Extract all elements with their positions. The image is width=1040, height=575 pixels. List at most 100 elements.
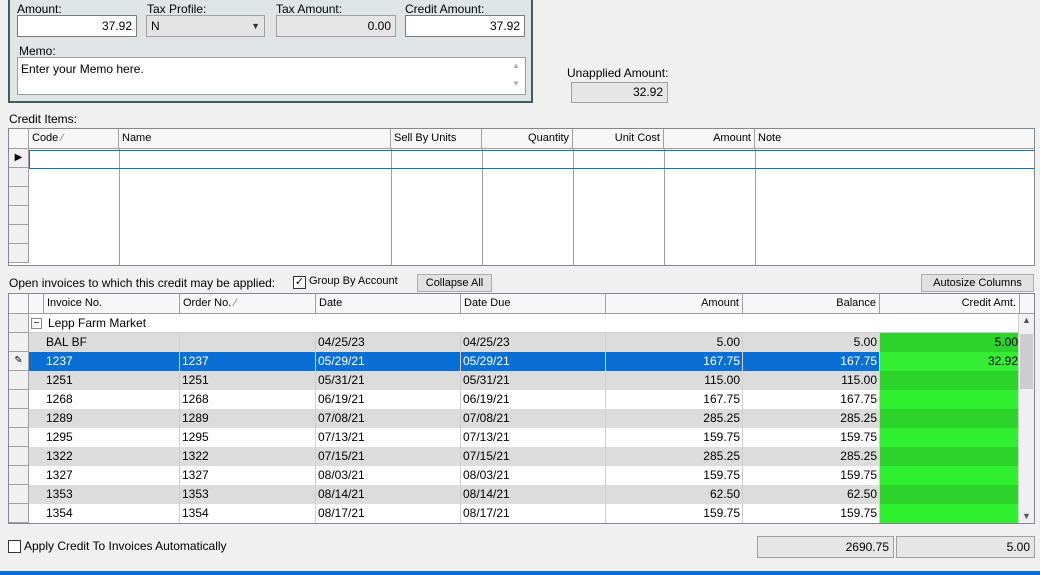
cell-amount: 159.75: [606, 428, 743, 447]
new-item-row[interactable]: [29, 150, 1034, 169]
cell-credit-amt[interactable]: [880, 371, 1020, 390]
invoice-row[interactable]: 1327 1327 08/03/21 08/03/21 159.75 159.75: [29, 466, 1020, 485]
row-header[interactable]: [9, 225, 29, 244]
cell-credit-amt[interactable]: [880, 428, 1020, 447]
row-header[interactable]: [9, 333, 29, 352]
cell-date-due: 05/29/21: [461, 352, 606, 371]
invoice-row[interactable]: 1353 1353 08/14/21 08/14/21 62.50 62.50: [29, 485, 1020, 504]
row-header[interactable]: [9, 504, 29, 523]
col-header-amount[interactable]: Amount: [606, 294, 743, 314]
tax-profile-select[interactable]: N ▼: [146, 15, 265, 37]
cell-balance: 167.75: [743, 352, 880, 371]
invoice-row[interactable]: 1251 1251 05/31/21 05/31/21 115.00 115.00: [29, 371, 1020, 390]
cell-credit-amt[interactable]: [880, 485, 1020, 504]
cell-order-no: 1289: [180, 409, 316, 428]
cell-order-no: [180, 333, 316, 352]
row-header[interactable]: [9, 314, 29, 333]
tax-profile-value: N: [151, 19, 160, 33]
cell-credit-amt[interactable]: [880, 447, 1020, 466]
group-by-account-label: Group By Account: [309, 275, 398, 287]
credit-items-label: Credit Items:: [9, 112, 78, 126]
col-header-invoice-no[interactable]: Invoice No.: [44, 294, 180, 314]
col-header-name[interactable]: Name: [119, 129, 391, 149]
collapse-all-button[interactable]: Collapse All: [417, 274, 492, 292]
cell-date-due: 07/13/21: [461, 428, 606, 447]
current-row-indicator-icon[interactable]: ▶: [9, 149, 29, 168]
row-header[interactable]: [9, 244, 29, 263]
memo-textarea[interactable]: Enter your Memo here. ▲ ▼: [17, 57, 526, 95]
invoice-row[interactable]: 1237 1237 05/29/21 05/29/21 167.75 167.75 32.9…: [29, 352, 1020, 371]
col-header-balance[interactable]: Balance: [743, 294, 880, 314]
credit-items-grid[interactable]: Code ⁄ Name Sell By Units Quantity Unit …: [8, 128, 1035, 266]
col-header-date[interactable]: Date: [316, 294, 461, 314]
row-edit-icon[interactable]: ✎: [9, 352, 29, 371]
col-header-code[interactable]: Code ⁄: [29, 129, 119, 149]
cell-credit-amt[interactable]: [880, 390, 1020, 409]
row-header[interactable]: [9, 187, 29, 206]
cell-credit-amt[interactable]: [880, 409, 1020, 428]
memo-scrollbar[interactable]: ▲ ▼: [509, 60, 523, 92]
cell-date-due: 07/08/21: [461, 409, 606, 428]
col-header-quantity[interactable]: Quantity: [482, 129, 573, 149]
cell-balance: 5.00: [743, 333, 880, 352]
row-header[interactable]: [9, 390, 29, 409]
row-header[interactable]: [9, 466, 29, 485]
invoice-row[interactable]: 1322 1322 07/15/21 07/15/21 285.25 285.25: [29, 447, 1020, 466]
scroll-up-icon[interactable]: ▲: [509, 60, 523, 72]
scroll-down-icon[interactable]: ▼: [1022, 511, 1031, 521]
cell-amount: 5.00: [606, 333, 743, 352]
sort-indicator-icon: ⁄: [61, 132, 64, 144]
invoices-grid[interactable]: Invoice No. Order No. ⁄ Date Date Due Am…: [8, 293, 1035, 524]
amount-field[interactable]: 37.92: [17, 15, 137, 37]
col-header-sell-by-units[interactable]: Sell By Units: [391, 129, 482, 149]
cell-date-due: 04/25/23: [461, 333, 606, 352]
row-header[interactable]: [9, 206, 29, 225]
cell-date: 08/14/21: [316, 485, 461, 504]
invoice-row[interactable]: 1295 1295 07/13/21 07/13/21 159.75 159.75: [29, 428, 1020, 447]
cell-order-no: 1237: [180, 352, 316, 371]
cell-invoice-no: 1268: [44, 390, 180, 409]
cell-amount: 167.75: [606, 390, 743, 409]
group-by-account-checkbox[interactable]: ✓: [293, 276, 306, 289]
row-header[interactable]: [9, 409, 29, 428]
cell-credit-amt[interactable]: [880, 504, 1020, 523]
cell-credit-amt[interactable]: 32.92: [880, 352, 1020, 371]
col-header-amount[interactable]: Amount: [664, 129, 755, 149]
apply-auto-checkbox[interactable]: [8, 540, 21, 553]
invoices-scrollbar[interactable]: ▲ ▼: [1018, 314, 1034, 523]
memo-label: Memo:: [19, 44, 56, 58]
row-header[interactable]: [9, 485, 29, 504]
col-header-credit-amt[interactable]: Credit Amt.: [880, 294, 1020, 314]
group-row[interactable]: − Lepp Farm Market: [29, 314, 1020, 333]
row-header[interactable]: [9, 371, 29, 390]
collapse-group-icon[interactable]: −: [31, 318, 42, 329]
cell-amount: 115.00: [606, 371, 743, 390]
invoice-row[interactable]: 1289 1289 07/08/21 07/08/21 285.25 285.25: [29, 409, 1020, 428]
row-header[interactable]: [9, 428, 29, 447]
scroll-thumb[interactable]: [1020, 334, 1033, 389]
invoice-row[interactable]: 1354 1354 08/17/21 08/17/21 159.75 159.75: [29, 504, 1020, 523]
cell-credit-amt[interactable]: 5.00: [880, 333, 1020, 352]
col-header-order-no[interactable]: Order No. ⁄: [180, 294, 316, 314]
col-header-date-due[interactable]: Date Due: [461, 294, 606, 314]
autosize-columns-button[interactable]: Autosize Columns: [921, 274, 1034, 292]
cell-date-due: 05/31/21: [461, 371, 606, 390]
row-header[interactable]: [9, 168, 29, 187]
cell-balance: 159.75: [743, 466, 880, 485]
invoice-row[interactable]: 1268 1268 06/19/21 06/19/21 167.75 167.75: [29, 390, 1020, 409]
scroll-up-icon[interactable]: ▲: [1022, 315, 1031, 325]
col-header-note[interactable]: Note: [755, 129, 1034, 149]
cell-invoice-no: 1295: [44, 428, 180, 447]
invoice-row[interactable]: BAL BF 04/25/23 04/25/23 5.00 5.00 5.00: [29, 333, 1020, 352]
cell-date-due: 07/15/21: [461, 447, 606, 466]
grid-group-indent: [29, 294, 44, 314]
cell-date-due: 06/19/21: [461, 390, 606, 409]
col-header-unit-cost[interactable]: Unit Cost: [573, 129, 664, 149]
cell-credit-amt[interactable]: [880, 466, 1020, 485]
cell-order-no: 1354: [180, 504, 316, 523]
scroll-down-icon[interactable]: ▼: [509, 78, 523, 90]
credit-amount-field[interactable]: 37.92: [405, 15, 525, 37]
cell-invoice-no: 1354: [44, 504, 180, 523]
row-header[interactable]: [9, 447, 29, 466]
grid-header-filler: [1020, 294, 1034, 314]
